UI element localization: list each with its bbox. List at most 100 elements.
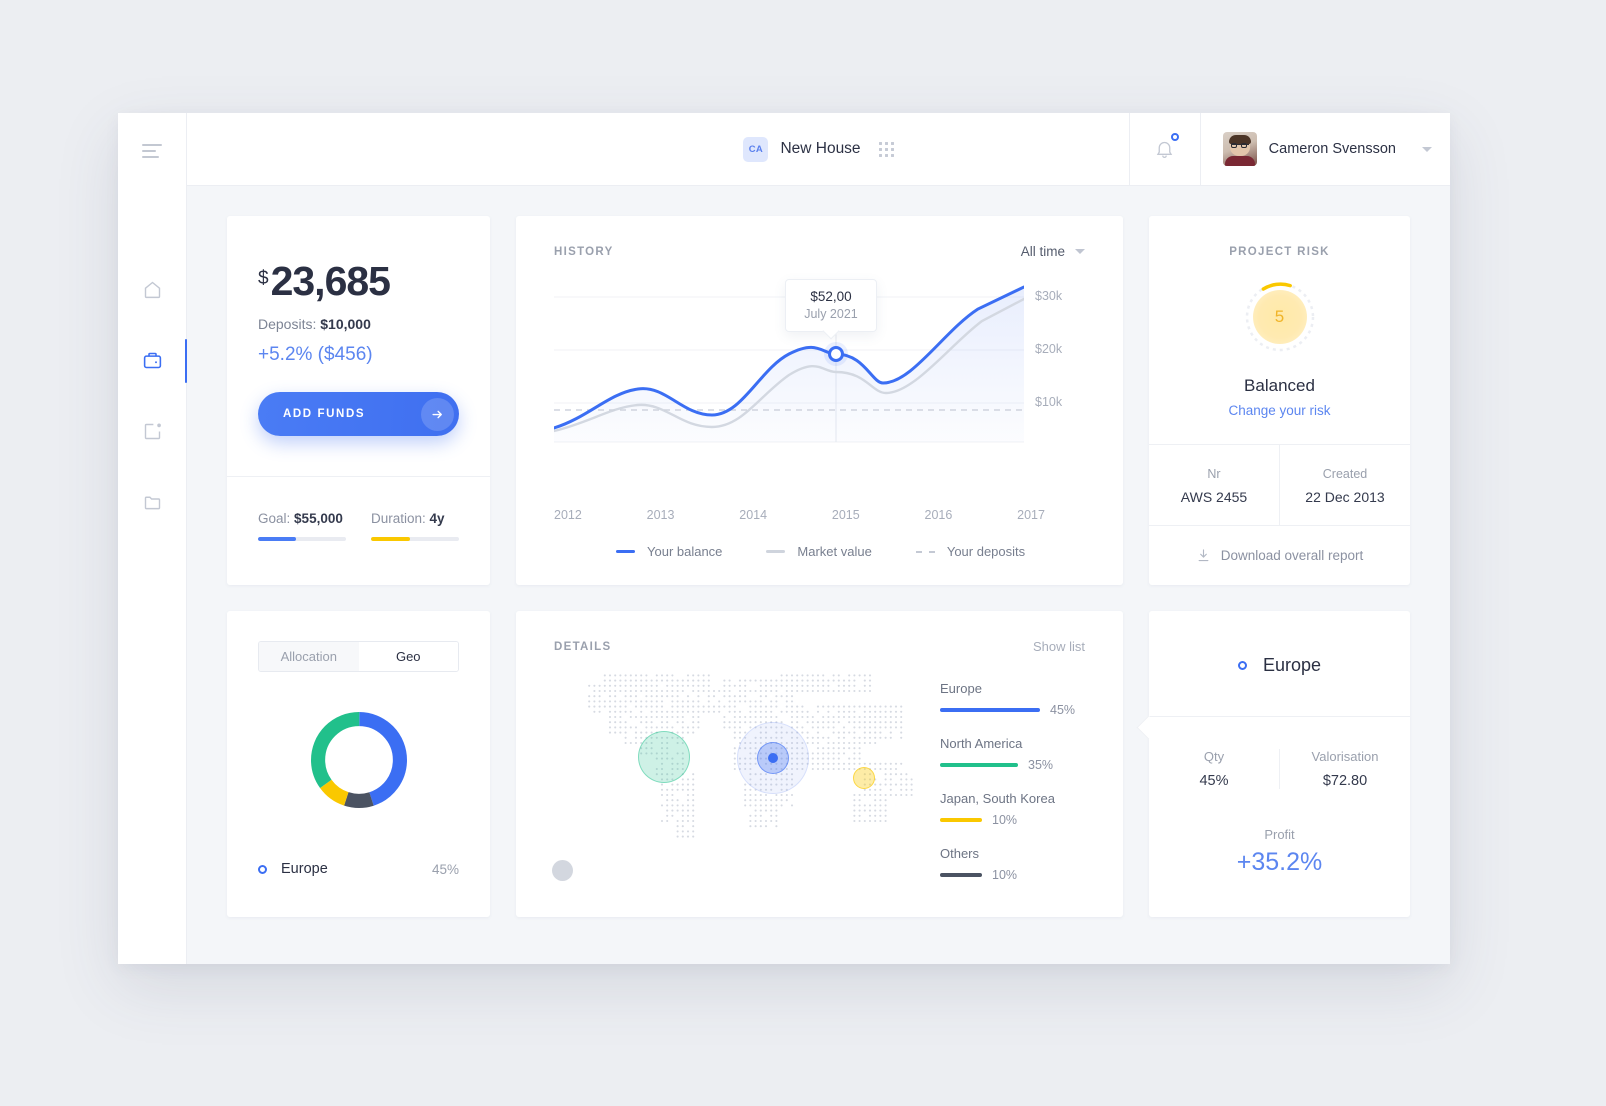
risk-score: 5 — [1252, 290, 1307, 344]
notifications-button[interactable] — [1128, 113, 1200, 185]
tooltip-value: $52,00 — [810, 289, 852, 304]
risk-summary: PROJECT RISK 5 Balanced Change your risk — [1149, 216, 1410, 444]
stat-value: 45% — [1199, 773, 1229, 789]
row-bottom: Allocation Geo Europe 45% DETAILS Show l… — [227, 611, 1410, 917]
grid-apps-icon[interactable] — [878, 141, 894, 157]
download-icon — [1198, 549, 1209, 562]
map-bubble-north-america[interactable] — [638, 731, 690, 783]
legend-item-market[interactable]: Market value — [766, 544, 872, 559]
sidebar-item-portfolio[interactable] — [118, 325, 187, 396]
legend-item-deposits[interactable]: Your deposits — [915, 544, 1026, 559]
stat-label: Valorisation — [1311, 749, 1379, 764]
x-tick-4: 2016 — [924, 508, 953, 522]
region-pct: 35% — [1028, 758, 1054, 772]
add-funds-button[interactable]: ADD FUNDS — [258, 392, 459, 436]
selected-region-pct: 45% — [431, 861, 459, 877]
y-tick-2: $30k — [1035, 289, 1063, 303]
hamburger-icon[interactable] — [142, 144, 162, 158]
region-name: Europe — [940, 681, 982, 696]
map-bubble-europe-core — [768, 753, 778, 763]
sidebar-item-files[interactable] — [118, 467, 186, 538]
stat-label: Created — [1322, 467, 1368, 481]
region-row-north-america[interactable]: North America 35% — [940, 736, 1095, 772]
selected-region-name: Europe — [281, 861, 328, 877]
balance-amount: $ 23,685 — [258, 261, 459, 302]
goal-duration: Goal: $55,000 Duration: 4y — [227, 476, 490, 581]
tooltip-date: July 2021 — [804, 307, 858, 321]
region-name: Japan, South Korea — [940, 791, 1055, 806]
sidebar-item-tasks[interactable] — [118, 396, 186, 467]
project-initials-badge: CA — [743, 136, 769, 162]
dashboard-window: CA New House Cameron Svensson $ 23,685 D… — [118, 113, 1450, 964]
show-list-link[interactable]: Show list — [1033, 639, 1085, 654]
region-detail-name: Europe — [1262, 655, 1322, 675]
home-icon — [144, 281, 160, 299]
user-avatar — [1222, 132, 1257, 166]
region-stat-qty: Qty 45% — [1149, 749, 1279, 789]
change-risk-link[interactable]: Change your risk — [1149, 403, 1410, 418]
region-pct: 10% — [992, 868, 1018, 882]
region-bar — [940, 873, 982, 877]
tab-allocation[interactable]: Allocation — [259, 642, 359, 671]
legend-swatch — [766, 550, 786, 553]
chevron-down-icon[interactable] — [1422, 146, 1432, 152]
project-risk-card: PROJECT RISK 5 Balanced Change your risk — [1149, 216, 1410, 585]
chevron-down-icon — [1075, 249, 1085, 254]
legend-label: Market value — [797, 544, 872, 559]
region-name: Others — [940, 846, 980, 861]
user-name: Cameron Svensson — [1268, 141, 1396, 157]
history-header: HISTORY All time — [516, 244, 1123, 259]
goal-value: $55,000 — [294, 511, 343, 526]
region-stat-valorisation: Valorisation $72.80 — [1279, 749, 1410, 789]
x-tick-5: 2017 — [1017, 508, 1045, 522]
world-map — [534, 645, 954, 875]
history-card: HISTORY All time $30k $20k $10k $52,00 J… — [516, 216, 1123, 585]
stat-value: AWS 2455 — [1180, 489, 1248, 505]
duration-label: Duration: — [371, 511, 426, 526]
bell-icon — [1156, 141, 1173, 158]
region-name: North America — [940, 736, 1023, 751]
balance-summary: $ 23,685 Deposits: $10,000 +5.2% ($456) … — [227, 216, 490, 476]
stat-value: 22 Dec 2013 — [1305, 489, 1385, 505]
region-row-japan[interactable]: Japan, South Korea 10% — [940, 791, 1095, 827]
region-row-europe[interactable]: Europe 45% — [940, 681, 1095, 717]
tab-geo[interactable]: Geo — [358, 642, 458, 671]
history-title: HISTORY — [554, 245, 614, 258]
history-chart: $30k $20k $10k $52,00 July 2021 2012 201… — [516, 271, 1123, 522]
allocation-selected[interactable]: Europe 45% — [258, 861, 459, 877]
goal-block: Goal: $55,000 — [258, 511, 346, 541]
time-range-value: All time — [1020, 244, 1065, 259]
project-name[interactable]: New House — [780, 140, 860, 158]
duration-block: Duration: 4y — [371, 511, 459, 541]
map-bubble-japan[interactable] — [853, 767, 875, 789]
legend-swatch — [616, 550, 635, 553]
legend-label: Your deposits — [946, 544, 1026, 559]
tasks-icon — [144, 423, 161, 440]
time-range-dropdown[interactable]: All time — [1021, 244, 1085, 259]
allocation-card: Allocation Geo Europe 45% — [227, 611, 490, 917]
sidebar-item-home[interactable] — [118, 254, 186, 325]
region-detail-header: Europe — [1149, 611, 1410, 716]
region-detail-card: Europe Qty 45% Valorisation $72.80 Profi… — [1149, 611, 1410, 917]
row-top: $ 23,685 Deposits: $10,000 +5.2% ($456) … — [227, 216, 1410, 585]
legend-item-balance[interactable]: Your balance — [616, 544, 722, 559]
deposits-value: $10,000 — [320, 316, 371, 332]
region-row-others[interactable]: Others 10% — [940, 846, 1095, 882]
legend-label: Your balance — [647, 544, 723, 559]
legend-swatch — [915, 550, 935, 553]
chart-legend: Your balance Market value Your deposits — [516, 544, 1123, 585]
user-menu[interactable]: Cameron Svensson — [1199, 113, 1450, 185]
x-tick-1: 2013 — [646, 508, 675, 522]
region-list: Europe 45% North America 35% Japan, Sout… — [940, 681, 1095, 901]
download-report-button[interactable]: Download overall report — [1149, 525, 1410, 585]
details-card: DETAILS Show list Europe 45% North Ameri… — [516, 611, 1123, 917]
notification-badge — [1170, 133, 1179, 141]
risk-level: Balanced — [1244, 376, 1315, 395]
stat-value: $72.80 — [1322, 773, 1368, 789]
globe-dot-icon[interactable] — [552, 860, 573, 881]
region-pct: 45% — [1050, 703, 1076, 717]
risk-stats: Nr AWS 2455 Created 22 Dec 2013 — [1149, 444, 1410, 525]
y-axis-labels: $30k $20k $10k — [1035, 271, 1095, 522]
arrow-right-icon — [421, 397, 454, 431]
region-bar — [940, 763, 1018, 767]
